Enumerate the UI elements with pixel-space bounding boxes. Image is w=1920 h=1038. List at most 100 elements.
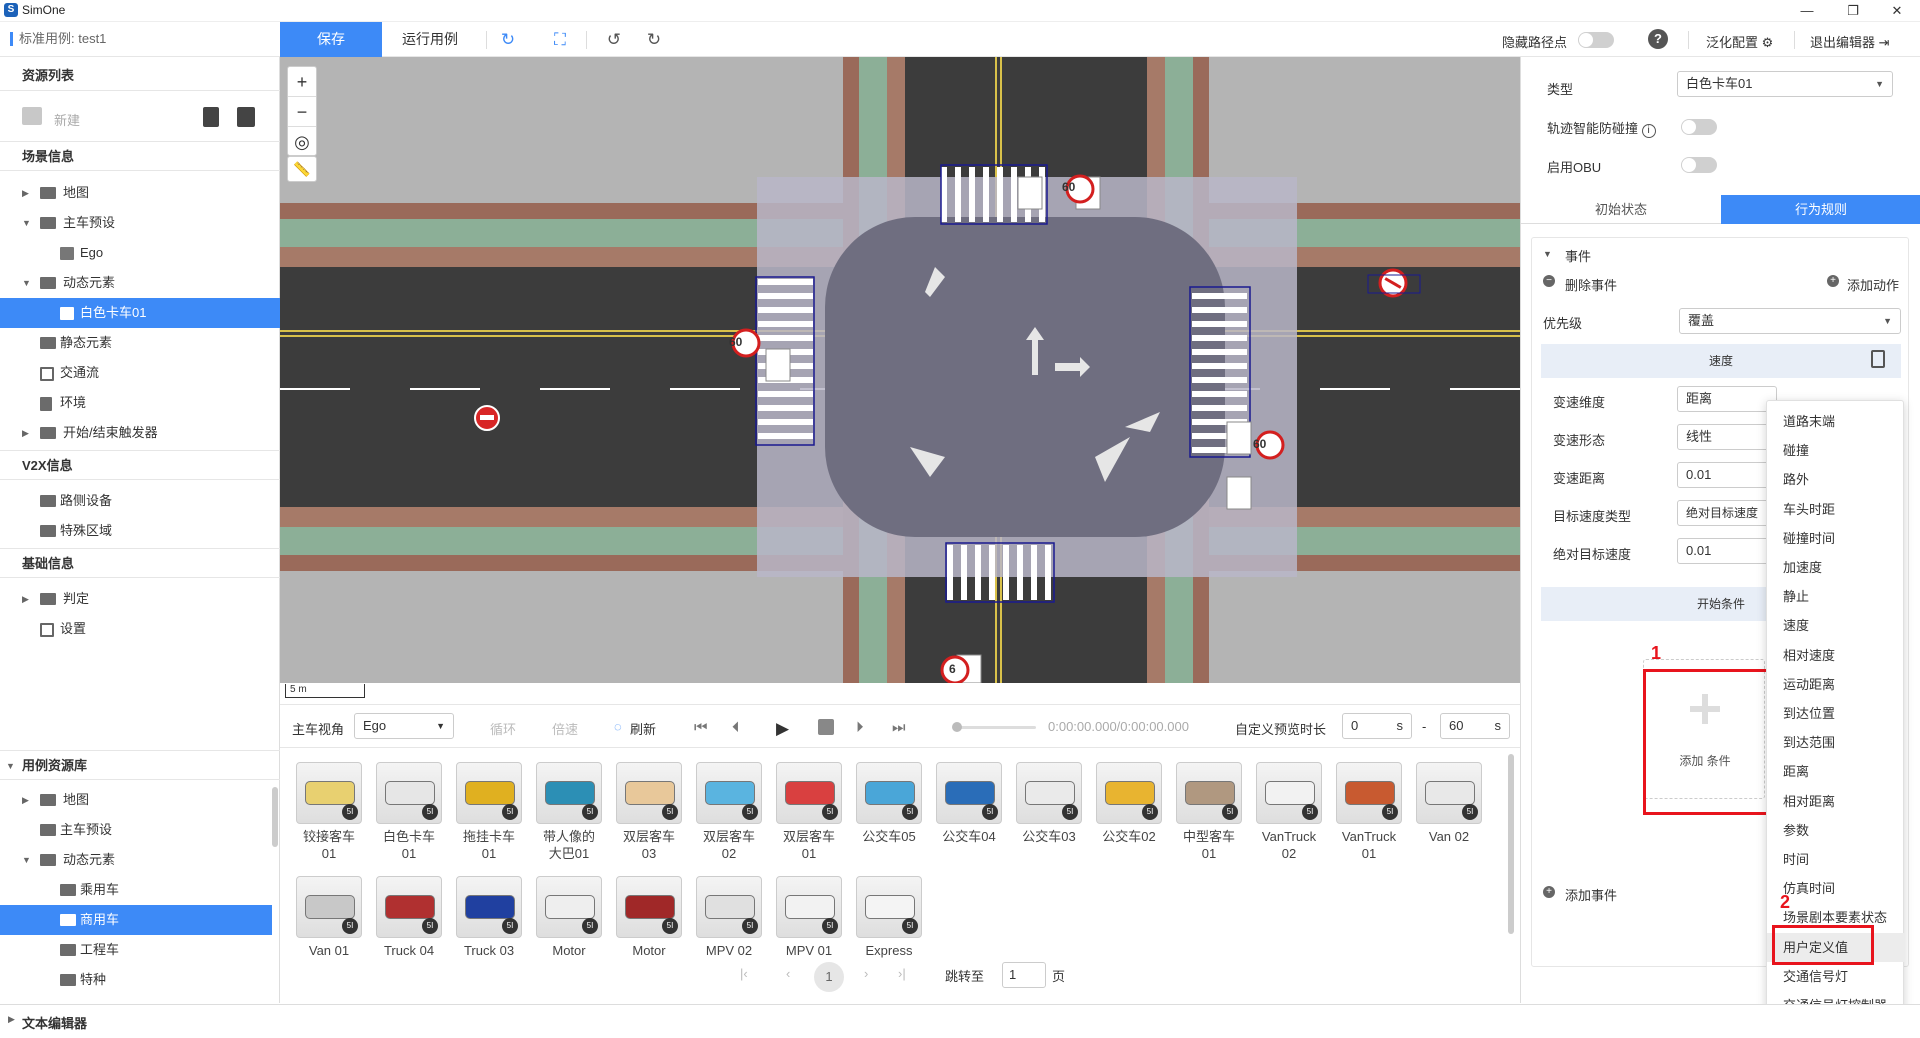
- asset-card[interactable]: 5I Motor: [536, 876, 602, 992]
- maximize-button[interactable]: ❐: [1830, 0, 1876, 22]
- run-case-button[interactable]: 运行用例: [382, 22, 478, 57]
- timeline-track[interactable]: [956, 726, 1036, 729]
- menu-item[interactable]: 碰撞时间: [1767, 524, 1905, 553]
- copy-icon[interactable]: [237, 107, 255, 127]
- zoom-out-button[interactable]: −: [288, 97, 316, 127]
- next-page-icon[interactable]: ›: [864, 966, 868, 981]
- menu-item[interactable]: 参数: [1767, 816, 1905, 845]
- tree-item-ego-preset[interactable]: ▼ 主车预设: [0, 208, 280, 238]
- info-icon[interactable]: i: [1641, 124, 1656, 138]
- locate-button[interactable]: ◎: [288, 127, 316, 157]
- library-scrollbar[interactable]: [272, 787, 278, 847]
- step-forward-icon[interactable]: ⏵: [856, 719, 864, 736]
- lib-item-engineering[interactable]: 工程车: [0, 935, 272, 965]
- menu-item[interactable]: 到达范围: [1767, 728, 1905, 757]
- case-library-header[interactable]: ▼ 用例资源库: [0, 750, 280, 780]
- asset-card[interactable]: 5I 带人像的 大巴01: [536, 762, 602, 878]
- view-select[interactable]: Ego ▼: [354, 713, 454, 739]
- add-event-button[interactable]: 添加事件: [1565, 885, 1617, 904]
- lib-item-commercial[interactable]: 商用车: [0, 905, 272, 935]
- tree-item-map[interactable]: ▶ 地图: [0, 178, 280, 208]
- menu-item[interactable]: 路外: [1767, 465, 1905, 494]
- fit-view-icon[interactable]: ⛶: [548, 28, 572, 52]
- skip-end-icon[interactable]: ⏭: [892, 719, 906, 736]
- page-current[interactable]: 1: [814, 962, 844, 992]
- redo-icon[interactable]: ↻: [642, 28, 666, 52]
- help-icon[interactable]: ?: [1648, 29, 1668, 49]
- play-icon[interactable]: ▶: [776, 719, 789, 739]
- asset-card[interactable]: 5I 双层客车 02: [696, 762, 762, 878]
- trash-icon[interactable]: [1871, 350, 1885, 368]
- plus-circle-icon[interactable]: +: [1827, 275, 1839, 287]
- step-back-icon[interactable]: ⏴: [732, 719, 740, 736]
- expand-arrow-icon[interactable]: ▶: [22, 584, 29, 614]
- last-page-icon[interactable]: ›|: [898, 966, 906, 981]
- delete-icon[interactable]: [203, 107, 219, 127]
- asset-card[interactable]: 5I 双层客车 01: [776, 762, 842, 878]
- lib-item-ego-preset[interactable]: 主车预设: [0, 815, 272, 845]
- first-page-icon[interactable]: |‹: [740, 966, 748, 981]
- lib-item-dynamic[interactable]: ▼ 动态元素: [0, 845, 272, 875]
- asset-card[interactable]: 5I 公交车04: [936, 762, 1002, 878]
- plus-circle-icon[interactable]: +: [1543, 886, 1555, 898]
- close-button[interactable]: ✕: [1874, 0, 1920, 22]
- zoom-in-button[interactable]: +: [288, 67, 316, 97]
- asset-card[interactable]: 5I VanTruck 01: [1336, 762, 1402, 878]
- tree-item-white-truck[interactable]: 白色卡车01: [0, 298, 280, 328]
- tree-item-environment[interactable]: 环境: [0, 388, 280, 418]
- asset-card[interactable]: 5I Motor: [616, 876, 682, 992]
- asset-card[interactable]: 5I 铰接客车 01: [296, 762, 362, 878]
- tree-item-dynamic-elements[interactable]: ▼ 动态元素: [0, 268, 280, 298]
- collapse-arrow-icon[interactable]: ▼: [22, 268, 31, 298]
- obu-toggle[interactable]: [1681, 157, 1717, 173]
- save-button[interactable]: 保存: [280, 22, 382, 57]
- duration-start-input[interactable]: 0s: [1342, 713, 1412, 739]
- delete-event-button[interactable]: 删除事件: [1565, 275, 1617, 294]
- hide-path-points-toggle[interactable]: [1578, 32, 1614, 48]
- collapse-arrow-icon[interactable]: ▼: [6, 751, 15, 781]
- generalize-config-button[interactable]: 泛化配置 ⚙: [1706, 32, 1773, 51]
- asset-card[interactable]: 5I 公交车05: [856, 762, 922, 878]
- asset-card[interactable]: 5I 白色卡车 01: [376, 762, 442, 878]
- undo-icon[interactable]: ↺: [602, 28, 626, 52]
- asset-card[interactable]: 5I VanTruck 02: [1256, 762, 1322, 878]
- asset-card[interactable]: 5I Truck 04: [376, 876, 442, 992]
- reload-icon[interactable]: ↻: [496, 28, 520, 52]
- menu-item[interactable]: 道路末端: [1767, 407, 1905, 436]
- asset-card[interactable]: 5I 双层客车 03: [616, 762, 682, 878]
- asset-card[interactable]: 5I 拖挂卡车 01: [456, 762, 522, 878]
- text-editor-button[interactable]: 文本编辑器: [22, 1013, 87, 1032]
- field-value[interactable]: 线性: [1677, 424, 1777, 450]
- new-label[interactable]: 新建: [54, 110, 80, 129]
- asset-card[interactable]: 5I 公交车03: [1016, 762, 1082, 878]
- menu-item[interactable]: 碰撞: [1767, 436, 1905, 465]
- menu-item[interactable]: 相对距离: [1767, 787, 1905, 816]
- timeline-handle[interactable]: [952, 722, 962, 732]
- tree-item-special-area[interactable]: 特殊区域: [0, 516, 280, 546]
- duration-end-input[interactable]: 60 s: [1440, 713, 1510, 739]
- stop-icon[interactable]: [818, 719, 834, 735]
- speed-button[interactable]: 倍速: [552, 719, 578, 738]
- menu-item[interactable]: 运动距离: [1767, 670, 1905, 699]
- tree-item-static-elements[interactable]: 静态元素: [0, 328, 280, 358]
- type-select[interactable]: 白色卡车01 ▼: [1677, 71, 1893, 97]
- skip-start-icon[interactable]: ⏮: [694, 719, 708, 736]
- tab-initial-state[interactable]: 初始状态: [1521, 195, 1721, 224]
- menu-item[interactable]: 距离: [1767, 757, 1905, 786]
- expand-arrow-icon[interactable]: ▶: [8, 1014, 15, 1025]
- priority-select[interactable]: 覆盖 ▼: [1679, 308, 1901, 334]
- field-value[interactable]: 距离: [1677, 386, 1777, 412]
- minus-circle-icon[interactable]: −: [1543, 275, 1555, 287]
- menu-item[interactable]: 交通信号灯: [1767, 962, 1905, 991]
- expand-arrow-icon[interactable]: ▶: [22, 178, 29, 208]
- refresh-icon[interactable]: ◌: [614, 719, 622, 734]
- menu-item[interactable]: 时间: [1767, 845, 1905, 874]
- field-value[interactable]: 0.01: [1677, 538, 1777, 564]
- tree-item-ego[interactable]: Ego: [0, 238, 280, 268]
- smart-collision-toggle[interactable]: [1681, 119, 1717, 135]
- collapse-arrow-icon[interactable]: ▼: [1543, 249, 1552, 259]
- loop-button[interactable]: 循环: [490, 719, 516, 738]
- prev-page-icon[interactable]: ‹: [786, 966, 790, 981]
- expand-arrow-icon[interactable]: ▶: [22, 785, 29, 815]
- new-icon[interactable]: [22, 107, 42, 125]
